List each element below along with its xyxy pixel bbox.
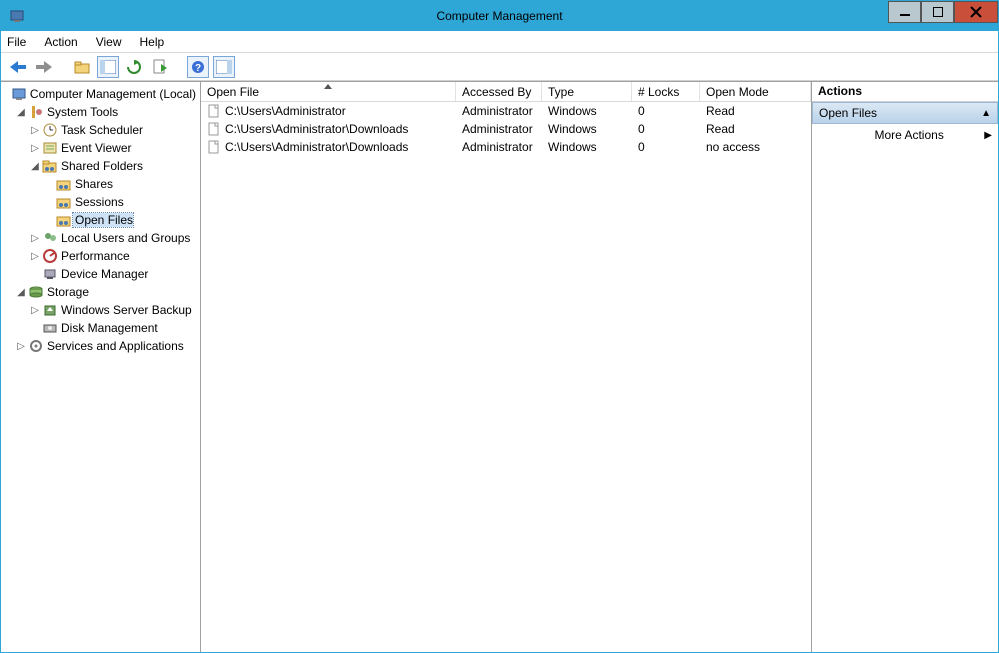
file-icon [207, 140, 221, 154]
tree-device-manager[interactable]: Device Manager [1, 265, 200, 283]
expand-icon[interactable]: ▷ [15, 341, 27, 352]
tree-windows-server-backup[interactable]: ▷ Windows Server Backup [1, 301, 200, 319]
column-accessed-by[interactable]: Accessed By [456, 82, 542, 101]
window-title: Computer Management [436, 9, 562, 23]
actions-more-actions[interactable]: More Actions ▶ [812, 124, 998, 146]
up-button[interactable] [71, 56, 93, 78]
expand-icon[interactable]: ▷ [29, 251, 41, 262]
shares-icon [55, 177, 73, 191]
toolbar: ? [1, 53, 998, 81]
tree: Computer Management (Local) ◢ System Too… [1, 85, 200, 355]
actions-header: Actions [812, 82, 998, 102]
tree-services-applications[interactable]: ▷ Services and Applications [1, 337, 200, 355]
collapse-icon[interactable]: ◢ [29, 161, 41, 172]
minimize-button[interactable] [888, 1, 921, 23]
users-icon [41, 231, 59, 245]
list-row[interactable]: C:\Users\Administrator\Downloads Adminis… [201, 120, 811, 138]
collapse-icon: ▲ [981, 108, 991, 119]
tree-open-files[interactable]: Open Files [1, 211, 200, 229]
actions-section-open-files[interactable]: Open Files ▲ [812, 102, 998, 124]
menu-file[interactable]: File [7, 35, 26, 49]
system-tools-icon [27, 105, 45, 119]
services-icon [27, 339, 45, 353]
tree-event-viewer[interactable]: ▷ Event Viewer [1, 139, 200, 157]
tree-storage[interactable]: ◢ Storage [1, 283, 200, 301]
file-icon [207, 104, 221, 118]
export-button[interactable] [149, 56, 171, 78]
help-button[interactable]: ? [187, 56, 209, 78]
list-pane: Open File Accessed By Type # Locks Open … [201, 82, 812, 652]
collapse-icon[interactable]: ◢ [15, 287, 27, 298]
column-open-mode[interactable]: Open Mode [700, 82, 811, 101]
shared-folder-icon [41, 159, 59, 173]
tree-pane[interactable]: Computer Management (Local) ◢ System Too… [1, 82, 201, 652]
app-icon [7, 6, 27, 26]
maximize-button[interactable] [921, 1, 954, 23]
tree-performance[interactable]: ▷ Performance [1, 247, 200, 265]
clock-icon [41, 123, 59, 137]
show-hide-action-pane-button[interactable] [213, 56, 235, 78]
menu-action[interactable]: Action [44, 35, 77, 49]
list-header: Open File Accessed By Type # Locks Open … [201, 82, 811, 102]
window-controls [888, 1, 998, 23]
svg-text:?: ? [195, 63, 201, 74]
list-row[interactable]: C:\Users\Administrator Administrator Win… [201, 102, 811, 120]
performance-icon [41, 249, 59, 263]
collapse-icon[interactable]: ◢ [15, 107, 27, 118]
list-body[interactable]: C:\Users\Administrator Administrator Win… [201, 102, 811, 652]
menu-bar: File Action View Help [1, 31, 998, 53]
event-viewer-icon [41, 141, 59, 155]
window-frame: Computer Management File Action View Hel… [0, 0, 999, 653]
back-button[interactable] [7, 56, 29, 78]
device-manager-icon [41, 267, 59, 281]
tree-shared-folders[interactable]: ◢ Shared Folders [1, 157, 200, 175]
sessions-icon [55, 195, 73, 209]
backup-icon [41, 303, 59, 317]
expand-icon[interactable]: ▷ [29, 233, 41, 244]
file-icon [207, 122, 221, 136]
submenu-icon: ▶ [984, 130, 992, 141]
expand-icon[interactable]: ▷ [29, 143, 41, 154]
disk-icon [41, 321, 59, 335]
close-button[interactable] [954, 1, 998, 23]
column-locks[interactable]: # Locks [632, 82, 700, 101]
open-files-icon [55, 213, 73, 227]
forward-button[interactable] [33, 56, 55, 78]
tree-task-scheduler[interactable]: ▷ Task Scheduler [1, 121, 200, 139]
tree-local-users-groups[interactable]: ▷ Local Users and Groups [1, 229, 200, 247]
expand-icon[interactable]: ▷ [29, 125, 41, 136]
column-type[interactable]: Type [542, 82, 632, 101]
list-row[interactable]: C:\Users\Administrator\Downloads Adminis… [201, 138, 811, 156]
tree-shares[interactable]: Shares [1, 175, 200, 193]
expand-icon[interactable]: ▷ [29, 305, 41, 316]
computer-management-icon [12, 87, 28, 101]
menu-help[interactable]: Help [140, 35, 165, 49]
tree-system-tools[interactable]: ◢ System Tools [1, 103, 200, 121]
tree-disk-management[interactable]: Disk Management [1, 319, 200, 337]
actions-pane: Actions Open Files ▲ More Actions ▶ [812, 82, 998, 652]
refresh-button[interactable] [123, 56, 145, 78]
client-area: Computer Management (Local) ◢ System Too… [1, 81, 998, 652]
tree-sessions[interactable]: Sessions [1, 193, 200, 211]
menu-view[interactable]: View [96, 35, 122, 49]
tree-root[interactable]: Computer Management (Local) [1, 85, 200, 103]
storage-icon [27, 285, 45, 299]
show-hide-tree-button[interactable] [97, 56, 119, 78]
column-open-file[interactable]: Open File [201, 82, 456, 101]
title-bar[interactable]: Computer Management [1, 1, 998, 31]
